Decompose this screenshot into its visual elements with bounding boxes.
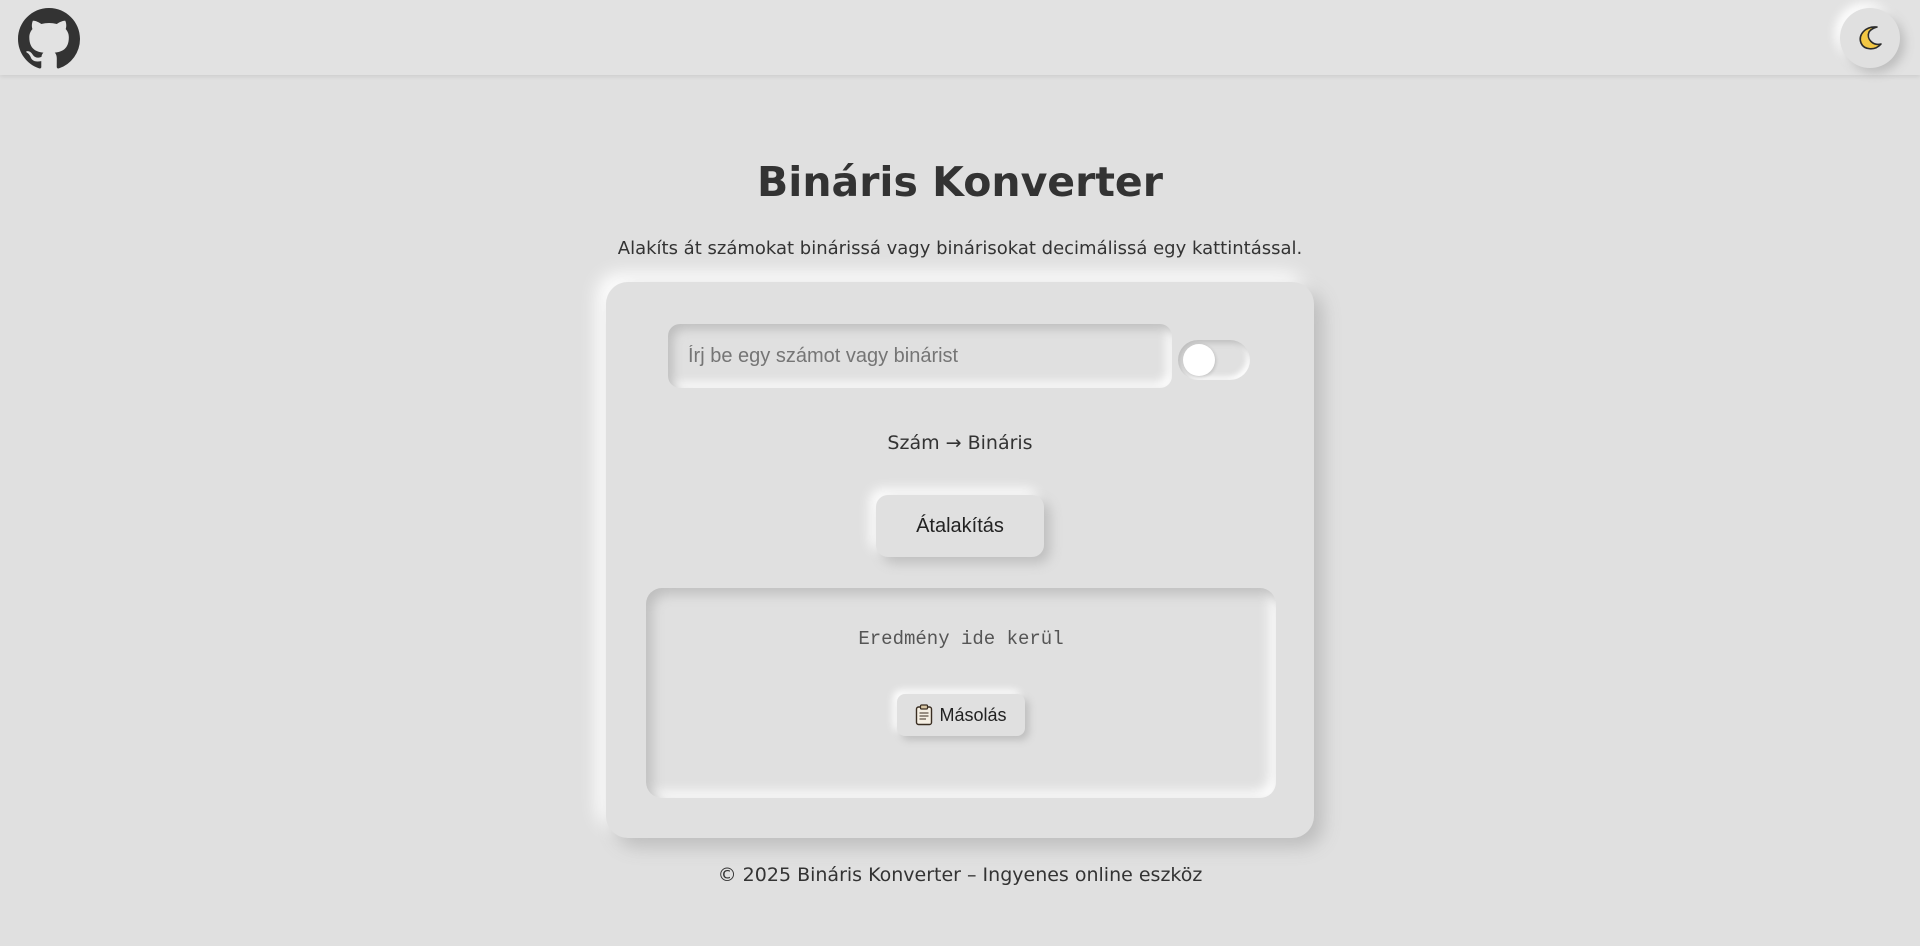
github-icon bbox=[18, 8, 80, 69]
footer-text: © 2025 Bináris Konverter – Ingyenes onli… bbox=[717, 864, 1203, 886]
page-title: Bináris Konverter bbox=[757, 158, 1163, 206]
input-wrapper bbox=[668, 324, 1172, 388]
converter-card: Szám → Bináris Átalakítás Eredmény ide k… bbox=[606, 282, 1314, 838]
github-link[interactable] bbox=[18, 8, 80, 70]
mode-label: Szám → Bináris bbox=[887, 432, 1033, 454]
toggle-knob bbox=[1183, 344, 1215, 376]
mode-toggle-switch[interactable] bbox=[1178, 340, 1250, 380]
result-output: Eredmény ide kerül bbox=[858, 628, 1064, 650]
copy-label: Másolás bbox=[939, 704, 1007, 725]
top-bar bbox=[0, 0, 1920, 75]
clipboard-icon bbox=[916, 704, 933, 726]
copy-button[interactable]: Másolás bbox=[897, 694, 1025, 736]
moon-icon bbox=[1859, 26, 1882, 50]
theme-toggle-button[interactable] bbox=[1840, 8, 1900, 68]
page-subtitle: Alakíts át számokat binárissá vagy binár… bbox=[617, 238, 1303, 259]
number-input[interactable] bbox=[668, 324, 1172, 388]
result-box: Eredmény ide kerül Másolás bbox=[646, 588, 1276, 798]
convert-button[interactable]: Átalakítás bbox=[876, 495, 1044, 557]
